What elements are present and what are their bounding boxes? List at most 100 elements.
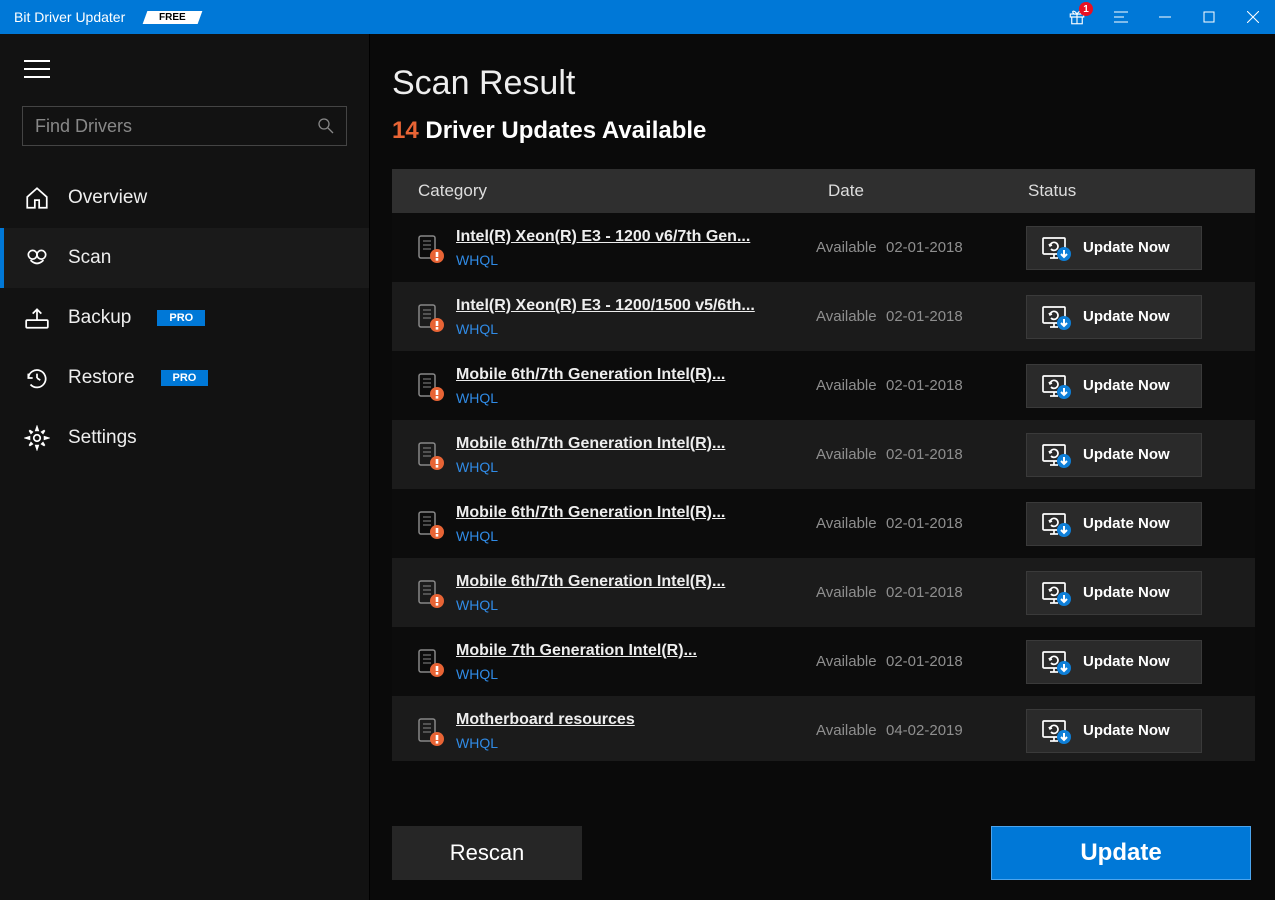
update-now-label: Update Now: [1083, 722, 1170, 739]
update-now-button[interactable]: Update Now: [1026, 502, 1202, 546]
sidebar: Overview Scan Backup PRO Restore PRO Set…: [0, 34, 370, 900]
device-icon: [406, 577, 456, 609]
main-content: Scan Result 14 Driver Updates Available …: [370, 34, 1275, 900]
gear-icon: [24, 425, 50, 451]
menu-icon[interactable]: [1099, 0, 1143, 34]
sidebar-item-settings[interactable]: Settings: [0, 408, 369, 468]
whql-label: WHQL: [456, 597, 816, 613]
update-now-label: Update Now: [1083, 515, 1170, 532]
update-button[interactable]: Update: [991, 826, 1251, 880]
sidebar-item-label: Backup: [68, 307, 131, 329]
update-now-label: Update Now: [1083, 584, 1170, 601]
sidebar-item-label: Restore: [68, 367, 135, 389]
sidebar-item-label: Overview: [68, 187, 147, 209]
sidebar-item-backup[interactable]: Backup PRO: [0, 288, 369, 348]
driver-date: 02-01-2018: [886, 446, 1026, 463]
sidebar-item-scan[interactable]: Scan: [0, 228, 369, 288]
available-label: Available: [816, 653, 886, 670]
update-now-button[interactable]: Update Now: [1026, 640, 1202, 684]
table-row: Mobile 6th/7th Generation Intel(R)... WH…: [392, 420, 1255, 489]
search-icon: [318, 118, 334, 134]
sidebar-item-label: Scan: [68, 247, 111, 269]
updates-label: Driver Updates Available: [425, 117, 706, 144]
device-icon: [406, 232, 456, 264]
device-icon: [406, 646, 456, 678]
pro-badge: PRO: [161, 370, 209, 386]
restore-icon: [24, 365, 50, 391]
available-label: Available: [816, 584, 886, 601]
device-icon: [406, 439, 456, 471]
available-label: Available: [816, 239, 886, 256]
column-status: Status: [1028, 181, 1255, 201]
driver-list[interactable]: Intel(R) Xeon(R) E3 - 1200 v6/7th Gen...…: [392, 213, 1255, 761]
search-input-container[interactable]: [22, 106, 347, 146]
column-category: Category: [418, 181, 828, 201]
scan-icon: [24, 245, 50, 271]
maximize-icon[interactable]: [1187, 0, 1231, 34]
driver-date: 02-01-2018: [886, 584, 1026, 601]
table-row: Mobile 6th/7th Generation Intel(R)... WH…: [392, 351, 1255, 420]
whql-label: WHQL: [456, 321, 816, 337]
update-now-button[interactable]: Update Now: [1026, 226, 1202, 270]
available-label: Available: [816, 446, 886, 463]
driver-name[interactable]: Mobile 6th/7th Generation Intel(R)...: [456, 504, 776, 522]
minimize-icon[interactable]: [1143, 0, 1187, 34]
update-now-label: Update Now: [1083, 377, 1170, 394]
update-now-button[interactable]: Update Now: [1026, 295, 1202, 339]
table-row: Intel(R) Xeon(R) E3 - 1200/1500 v5/6th..…: [392, 282, 1255, 351]
driver-date: 02-01-2018: [886, 653, 1026, 670]
driver-name[interactable]: Motherboard resources: [456, 711, 776, 729]
sidebar-item-label: Settings: [68, 427, 137, 449]
whql-label: WHQL: [456, 666, 816, 682]
available-label: Available: [816, 722, 886, 739]
updates-number: 14: [392, 117, 419, 144]
driver-date: 04-02-2019: [886, 722, 1026, 739]
page-title: Scan Result: [392, 64, 1255, 103]
column-date: Date: [828, 181, 1028, 201]
whql-label: WHQL: [456, 735, 816, 751]
driver-name[interactable]: Mobile 6th/7th Generation Intel(R)...: [456, 366, 776, 384]
rescan-button[interactable]: Rescan: [392, 826, 582, 880]
update-now-label: Update Now: [1083, 239, 1170, 256]
hamburger-icon[interactable]: [24, 60, 369, 78]
driver-name[interactable]: Mobile 6th/7th Generation Intel(R)...: [456, 573, 776, 591]
table-row: Motherboard resources WHQL Available 04-…: [392, 696, 1255, 761]
refresh-icon: [1041, 234, 1071, 262]
free-badge: FREE: [143, 11, 202, 24]
pro-badge: PRO: [157, 310, 205, 326]
table-row: Mobile 7th Generation Intel(R)... WHQL A…: [392, 627, 1255, 696]
close-icon[interactable]: [1231, 0, 1275, 34]
search-input[interactable]: [35, 116, 318, 137]
whql-label: WHQL: [456, 252, 816, 268]
whql-label: WHQL: [456, 528, 816, 544]
update-now-label: Update Now: [1083, 653, 1170, 670]
available-label: Available: [816, 308, 886, 325]
table-row: Intel(R) Xeon(R) E3 - 1200 v6/7th Gen...…: [392, 213, 1255, 282]
table-row: Mobile 6th/7th Generation Intel(R)... WH…: [392, 489, 1255, 558]
sidebar-item-restore[interactable]: Restore PRO: [0, 348, 369, 408]
available-label: Available: [816, 515, 886, 532]
updates-count: 14 Driver Updates Available: [392, 117, 1255, 145]
titlebar: Bit Driver Updater FREE 1: [0, 0, 1275, 34]
driver-name[interactable]: Intel(R) Xeon(R) E3 - 1200/1500 v5/6th..…: [456, 297, 776, 315]
refresh-icon: [1041, 579, 1071, 607]
available-label: Available: [816, 377, 886, 394]
driver-name[interactable]: Mobile 7th Generation Intel(R)...: [456, 642, 776, 660]
driver-date: 02-01-2018: [886, 377, 1026, 394]
device-icon: [406, 370, 456, 402]
update-now-button[interactable]: Update Now: [1026, 364, 1202, 408]
gift-icon[interactable]: 1: [1055, 0, 1099, 34]
refresh-icon: [1041, 717, 1071, 745]
update-now-button[interactable]: Update Now: [1026, 433, 1202, 477]
update-now-button[interactable]: Update Now: [1026, 571, 1202, 615]
driver-name[interactable]: Intel(R) Xeon(R) E3 - 1200 v6/7th Gen...: [456, 228, 776, 246]
update-now-button[interactable]: Update Now: [1026, 709, 1202, 753]
sidebar-item-overview[interactable]: Overview: [0, 168, 369, 228]
refresh-icon: [1041, 303, 1071, 331]
driver-date: 02-01-2018: [886, 308, 1026, 325]
update-now-label: Update Now: [1083, 308, 1170, 325]
whql-label: WHQL: [456, 459, 816, 475]
gift-badge-count: 1: [1079, 2, 1093, 16]
refresh-icon: [1041, 441, 1071, 469]
driver-name[interactable]: Mobile 6th/7th Generation Intel(R)...: [456, 435, 776, 453]
